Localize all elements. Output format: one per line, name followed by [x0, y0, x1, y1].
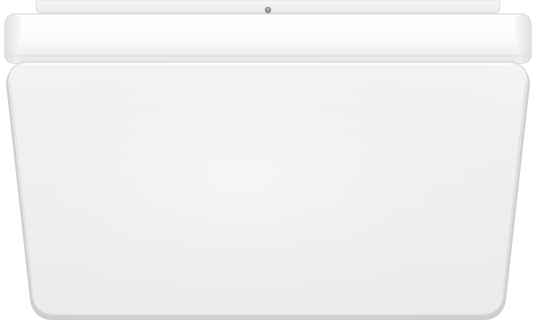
mount-base — [35, 0, 501, 14]
frame-band — [4, 13, 532, 64]
diffuser-panel — [6, 61, 530, 320]
product-photo — [0, 0, 536, 320]
ceiling-light-fixture — [4, 0, 532, 320]
